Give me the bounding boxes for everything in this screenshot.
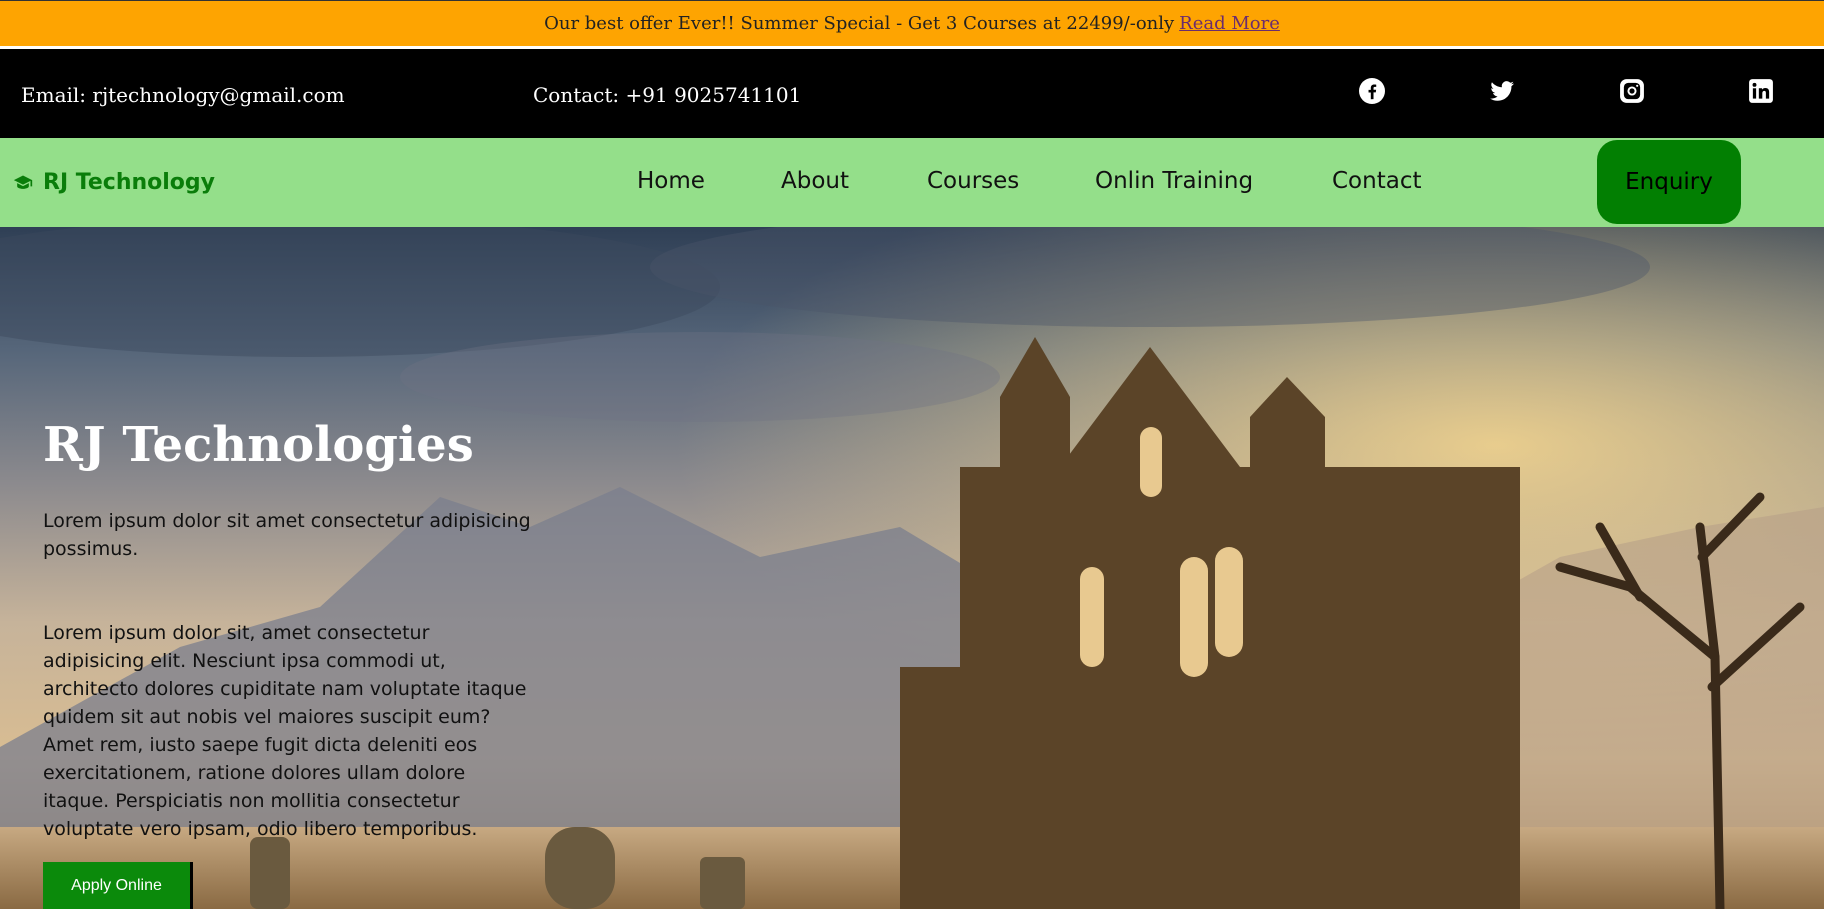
- hero-section: RJ Technologies Lorem ipsum dolor sit am…: [0, 227, 1824, 909]
- facebook-icon[interactable]: [1357, 76, 1387, 106]
- apply-online-button[interactable]: Apply Online: [43, 862, 193, 909]
- nav-home[interactable]: Home: [637, 168, 705, 194]
- nav-about[interactable]: About: [781, 168, 849, 194]
- navbar: RJ Technology Home About Courses Onlin T…: [0, 138, 1824, 227]
- linkedin-icon[interactable]: [1746, 76, 1776, 106]
- hero-body-text: Lorem ipsum dolor sit, amet consectetur …: [43, 622, 527, 840]
- offer-bar: Our best offer Ever!! Summer Special - G…: [0, 0, 1824, 49]
- nav-contact[interactable]: Contact: [1332, 168, 1421, 194]
- offer-text: Our best offer Ever!! Summer Special - G…: [544, 13, 1175, 34]
- read-more-link[interactable]: Read More: [1179, 13, 1280, 34]
- graduation-cap-icon: [13, 175, 33, 189]
- contact-phone: Contact: +91 9025741101: [533, 83, 802, 107]
- hero-title: RJ Technologies: [43, 417, 474, 473]
- nav-courses[interactable]: Courses: [927, 168, 1019, 194]
- brand-logo[interactable]: RJ Technology: [13, 170, 215, 195]
- contact-email: Email: rjtechnology@gmail.com: [21, 83, 345, 107]
- nav-online-training[interactable]: Onlin Training: [1095, 168, 1253, 194]
- enquiry-button[interactable]: Enquiry: [1597, 140, 1741, 224]
- brand-name: RJ Technology: [43, 170, 216, 195]
- hero-lead-text: Lorem ipsum dolor sit amet consectetur a…: [43, 510, 531, 560]
- twitter-icon[interactable]: [1487, 76, 1517, 106]
- contact-strip: Email: rjtechnology@gmail.com Contact: +…: [0, 54, 1824, 138]
- instagram-icon[interactable]: [1617, 76, 1647, 106]
